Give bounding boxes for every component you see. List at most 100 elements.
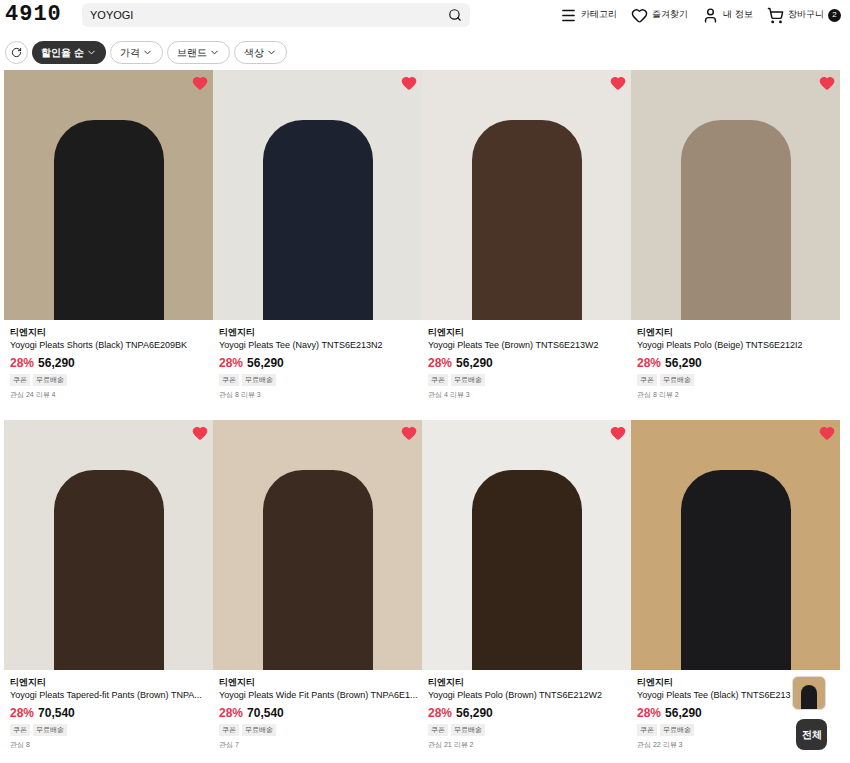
product-card[interactable]: 티엔지티Yoyogi Pleats Tee (Black) TNTS6E2132… xyxy=(631,420,840,763)
badge: 쿠폰 xyxy=(428,724,448,736)
product-info: 티엔지티Yoyogi Pleats Tee (Navy) TNTS6E213N2… xyxy=(213,320,422,400)
model-figure xyxy=(54,470,164,670)
product-name[interactable]: Yoyogi Pleats Tee (Brown) TNTS6E213W2 xyxy=(428,339,627,352)
like-heart-icon[interactable] xyxy=(610,425,626,441)
badge: 무료배송 xyxy=(33,724,67,736)
product-brand: 티엔지티 xyxy=(10,326,209,339)
product-photo[interactable] xyxy=(422,70,631,320)
nav-item[interactable]: 즐겨찾기 xyxy=(631,7,688,24)
nav-item[interactable]: 내 정보 xyxy=(702,7,753,24)
product-photo[interactable] xyxy=(4,420,213,670)
badge-row: 쿠폰무료배송 xyxy=(10,374,209,386)
like-heart-icon[interactable] xyxy=(192,75,208,91)
badge: 무료배송 xyxy=(451,724,485,736)
like-heart-icon[interactable] xyxy=(401,425,417,441)
product-brand: 티엔지티 xyxy=(219,676,418,689)
recent-thumbnail[interactable] xyxy=(792,676,826,710)
model-figure xyxy=(54,120,164,320)
product-brand: 티엔지티 xyxy=(10,676,209,689)
discount-rate: 28% xyxy=(219,705,243,721)
product-brand: 티엔지티 xyxy=(428,326,627,339)
product-card[interactable]: 티엔지티Yoyogi Pleats Polo (Beige) TNTS6E212… xyxy=(631,70,840,420)
product-name[interactable]: Yoyogi Pleats Wide Fit Pants (Brown) TNP… xyxy=(219,689,418,702)
product-info: 티엔지티Yoyogi Pleats Shorts (Black) TNPA6E2… xyxy=(4,320,213,400)
badge: 무료배송 xyxy=(242,374,276,386)
like-heart-icon[interactable] xyxy=(192,425,208,441)
nav-item[interactable]: 장바구니2 xyxy=(767,7,841,24)
product-card[interactable]: 티엔지티Yoyogi Pleats Shorts (Black) TNPA6E2… xyxy=(4,70,213,420)
badge-row: 쿠폰무료배송 xyxy=(219,724,418,736)
discount-rate: 28% xyxy=(428,355,452,371)
cart-badge: 2 xyxy=(828,9,841,22)
badge: 쿠폰 xyxy=(637,374,657,386)
discount-rate: 28% xyxy=(637,355,661,371)
product-brand: 티엔지티 xyxy=(637,326,836,339)
discount-rate: 28% xyxy=(428,705,452,721)
badge-row: 쿠폰무료배송 xyxy=(10,724,209,736)
product-price: 28%56,290 xyxy=(428,705,627,721)
product-info: 티엔지티Yoyogi Pleats Polo (Brown) TNTS6E212… xyxy=(422,670,631,750)
search-input[interactable]: YOYOGI xyxy=(90,7,448,24)
badge: 쿠폰 xyxy=(10,724,30,736)
filter-chip[interactable]: 할인율 순 xyxy=(32,41,106,64)
refresh-icon xyxy=(11,47,22,58)
product-stats: 관심 4 리뷰 3 xyxy=(428,390,627,400)
product-name[interactable]: Yoyogi Pleats Shorts (Black) TNPA6E209BK xyxy=(10,339,209,352)
badge: 쿠폰 xyxy=(10,374,30,386)
page: 4910 YOYOGI 카테고리 즐겨찾기 내 정보 장바구니2 할인율 순가격브랜드색상티… xyxy=(0,0,850,763)
discount-rate: 28% xyxy=(10,705,34,721)
product-stats: 관심 8 xyxy=(10,740,209,750)
product-price: 28%56,290 xyxy=(10,355,209,371)
product-price: 28%56,290 xyxy=(637,355,836,371)
badge: 무료배송 xyxy=(660,374,694,386)
model-figure xyxy=(472,120,582,320)
product-price: 28%56,290 xyxy=(428,355,627,371)
product-stats: 관심 7 xyxy=(219,740,418,750)
nav-icon xyxy=(631,7,648,24)
all-button[interactable]: 전체 xyxy=(796,719,827,750)
product-name[interactable]: Yoyogi Pleats Tapered-fit Pants (Brown) … xyxy=(10,689,209,702)
nav-icon xyxy=(767,7,784,24)
search-icon[interactable] xyxy=(448,8,462,22)
nav-item[interactable]: 카테고리 xyxy=(560,7,617,24)
like-heart-icon[interactable] xyxy=(819,425,835,441)
product-stats: 관심 8 리뷰 3 xyxy=(219,390,418,400)
like-heart-icon[interactable] xyxy=(401,75,417,91)
product-photo[interactable] xyxy=(631,70,840,320)
model-figure xyxy=(472,470,582,670)
product-card[interactable]: 티엔지티Yoyogi Pleats Polo (Brown) TNTS6E212… xyxy=(422,420,631,763)
product-photo[interactable] xyxy=(213,420,422,670)
filter-chip[interactable]: 색상 xyxy=(234,41,287,64)
product-photo[interactable] xyxy=(422,420,631,670)
product-info: 티엔지티Yoyogi Pleats Wide Fit Pants (Brown)… xyxy=(213,670,422,750)
model-figure xyxy=(681,470,791,670)
badge: 무료배송 xyxy=(660,724,694,736)
product-name[interactable]: Yoyogi Pleats Polo (Brown) TNTS6E212W2 xyxy=(428,689,627,702)
product-card[interactable]: 티엔지티Yoyogi Pleats Tapered-fit Pants (Bro… xyxy=(4,420,213,763)
product-name[interactable]: Yoyogi Pleats Polo (Beige) TNTS6E212I2 xyxy=(637,339,836,352)
badge: 무료배송 xyxy=(33,374,67,386)
discount-rate: 28% xyxy=(10,355,34,371)
product-photo[interactable] xyxy=(4,70,213,320)
badge-row: 쿠폰무료배송 xyxy=(637,374,836,386)
product-card[interactable]: 티엔지티Yoyogi Pleats Tee (Brown) TNTS6E213W… xyxy=(422,70,631,420)
product-price: 28%56,290 xyxy=(219,355,418,371)
logo[interactable]: 4910 xyxy=(5,4,75,26)
like-heart-icon[interactable] xyxy=(819,75,835,91)
product-grid: 티엔지티Yoyogi Pleats Shorts (Black) TNPA6E2… xyxy=(0,70,850,763)
product-photo[interactable] xyxy=(631,420,840,670)
product-brand: 티엔지티 xyxy=(428,676,627,689)
nav: 카테고리 즐겨찾기 내 정보 장바구니2 xyxy=(560,7,845,24)
like-heart-icon[interactable] xyxy=(610,75,626,91)
chevron-icon xyxy=(142,47,153,58)
refresh-button[interactable] xyxy=(5,41,28,64)
product-photo[interactable] xyxy=(213,70,422,320)
product-card[interactable]: 티엔지티Yoyogi Pleats Tee (Navy) TNTS6E213N2… xyxy=(213,70,422,420)
filter-chip[interactable]: 브랜드 xyxy=(167,41,230,64)
chevron-icon xyxy=(209,47,220,58)
search-bar[interactable]: YOYOGI xyxy=(82,3,470,27)
filter-chip[interactable]: 가격 xyxy=(110,41,163,64)
discount-rate: 28% xyxy=(637,705,661,721)
product-name[interactable]: Yoyogi Pleats Tee (Navy) TNTS6E213N2 xyxy=(219,339,418,352)
product-card[interactable]: 티엔지티Yoyogi Pleats Wide Fit Pants (Brown)… xyxy=(213,420,422,763)
